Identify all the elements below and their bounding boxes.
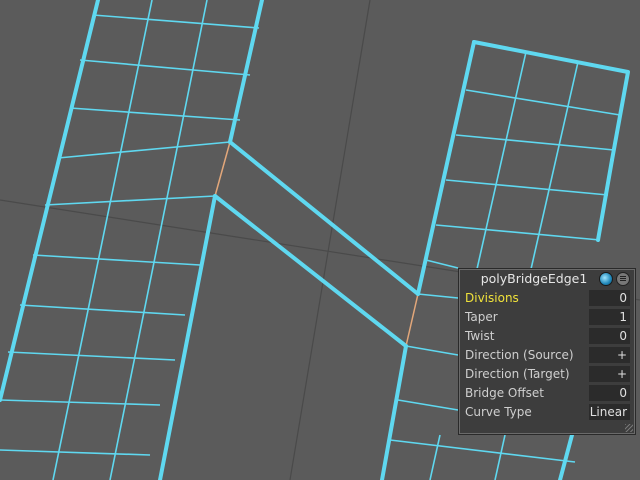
bridge-mesh[interactable] — [213, 140, 420, 348]
hud-label-twist: Twist — [465, 329, 495, 343]
hud-row-twist[interactable]: Twist 0 — [462, 327, 632, 345]
hud-row-direction-target[interactable]: Direction (Target) + — [462, 365, 632, 383]
hud-value-bridge-offset[interactable]: 0 — [589, 385, 630, 401]
hud-row-direction-source[interactable]: Direction (Source) + — [462, 346, 632, 364]
world-grid-line — [289, 0, 371, 480]
hud-label-direction-source: Direction (Source) — [465, 348, 574, 362]
hud-label-divisions: Divisions — [465, 291, 519, 305]
resize-grip-icon[interactable] — [625, 424, 633, 432]
attribute-hud-panel[interactable]: polyBridgeEdge1 Divisions 0 Taper 1 Twis… — [458, 268, 636, 435]
menu-icon[interactable] — [616, 272, 630, 286]
hud-label-direction-target: Direction (Target) — [465, 367, 570, 381]
hud-label-taper: Taper — [465, 310, 498, 324]
globe-icon[interactable] — [599, 272, 613, 286]
hud-value-direction-target[interactable]: + — [589, 366, 630, 382]
hud-row-curve-type[interactable]: Curve Type Linear — [462, 403, 632, 421]
hud-label-bridge-offset: Bridge Offset — [465, 386, 544, 400]
hud-row-taper[interactable]: Taper 1 — [462, 308, 632, 326]
3d-viewport[interactable]: polyBridgeEdge1 Divisions 0 Taper 1 Twis… — [0, 0, 640, 480]
hud-row-divisions[interactable]: Divisions 0 — [462, 289, 632, 307]
hud-value-divisions[interactable]: 0 — [589, 290, 630, 306]
hud-label-curve-type: Curve Type — [465, 405, 532, 419]
hud-value-twist[interactable]: 0 — [589, 328, 630, 344]
hud-title: polyBridgeEdge1 — [480, 271, 588, 286]
hud-value-taper[interactable]: 1 — [589, 309, 630, 325]
hud-value-direction-source[interactable]: + — [589, 347, 630, 363]
hud-row-bridge-offset[interactable]: Bridge Offset 0 — [462, 384, 632, 402]
left-mesh[interactable] — [0, 0, 264, 480]
hud-value-curve-type[interactable]: Linear — [589, 404, 630, 420]
